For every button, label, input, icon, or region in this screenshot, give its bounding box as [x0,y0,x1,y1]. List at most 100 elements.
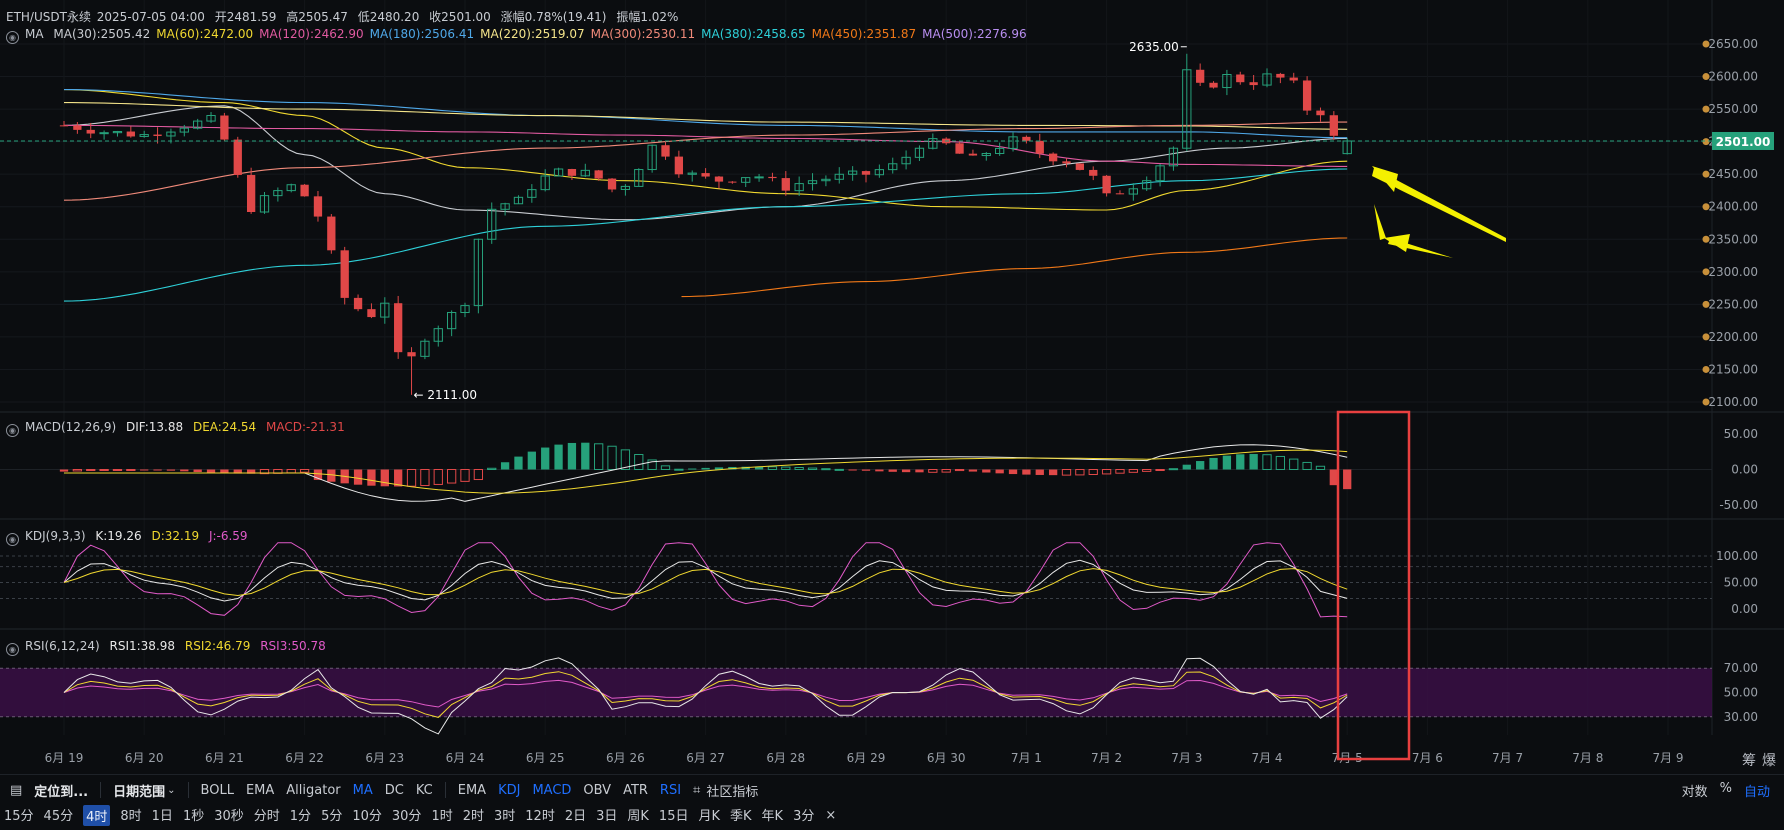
interval-2[interactable]: 4时 [83,804,111,826]
scale-option-2[interactable]: 自动 [1744,781,1770,800]
candle-body [394,303,403,353]
candle-body [768,176,777,179]
macd-bar [1236,454,1245,470]
candle-body [86,129,95,134]
interval-4[interactable]: 1日 [152,805,173,826]
candle-body [1048,153,1058,162]
interval-11[interactable]: 30分 [392,805,422,826]
interval-22[interactable]: 年K [762,805,784,826]
scale-options: 对数% 自动 [1676,781,1776,800]
interval-7[interactable]: 分时 [254,805,280,826]
sub-indicator-obv[interactable]: OBV [583,783,611,798]
interval-23[interactable]: 3分 [793,805,814,826]
ma-legend-item: MA(220):2519.07 [480,27,585,41]
candle-body [1329,115,1338,136]
date-range-button[interactable]: 日期范围 [113,781,165,800]
interval-9[interactable]: 5分 [321,805,342,826]
interval-5[interactable]: 1秒 [183,805,204,826]
eye-icon[interactable]: ◉ [6,424,19,437]
sub-indicator-ema[interactable]: EMA [458,783,486,798]
calendar-icon[interactable]: ▤ [10,783,22,798]
macd-bar [767,466,778,471]
macd-bar [353,469,363,485]
price-axis-label: 2550.00 [1708,102,1758,116]
amplitude-label: 振幅 [616,10,641,24]
macd-bar [1209,457,1218,470]
interval-12[interactable]: 1时 [431,805,452,826]
interval-6[interactable]: 30秒 [214,805,244,826]
macd-bar [1275,455,1286,470]
macd-bar [380,469,389,487]
macd-axis-label: 0.00 [1731,463,1758,477]
community-indicator-icon[interactable]: ⌗ [693,783,700,798]
eye-icon[interactable]: ◉ [6,31,19,44]
chart-canvas[interactable]: 50.00 0.00 -50.00 100.00 50.00 0.00 70.00 50.… [0,0,1784,774]
sub-indicator-macd[interactable]: MACD [532,783,571,798]
community-indicators-button[interactable]: 社区指标 [706,781,758,800]
main-indicator-dc[interactable]: DC [385,783,404,798]
scale-option-0[interactable]: 对数 [1682,781,1708,800]
main-indicator-boll[interactable]: BOLL [201,783,234,798]
interval-17[interactable]: 3日 [596,805,617,826]
close-label: 收 [429,10,442,24]
macd-bar [112,469,123,471]
ma-legend-item: MA(30):2505.42 [53,27,151,41]
interval-3[interactable]: 8时 [120,805,141,826]
macd-bar [634,454,644,470]
sub-indicator-atr[interactable]: ATR [623,783,648,798]
macd-bar [660,465,671,470]
annotation-arrowhead-1 [1372,166,1398,192]
eye-icon[interactable]: ◉ [6,533,19,546]
macd-bar [193,469,202,473]
macd-bar [1061,469,1072,476]
eye-icon[interactable]: ◉ [6,643,19,656]
candle-body [754,176,764,179]
candle-body [1236,74,1245,83]
candle-body [59,125,69,127]
interval-20[interactable]: 月K [698,805,720,826]
candle-body [1209,82,1218,88]
main-indicator-ma[interactable]: MA [353,783,373,798]
sub-indicator-kdj[interactable]: KDJ [498,783,520,798]
macd-bar [1022,469,1031,475]
time-axis-label: 6月 22 [285,751,324,765]
sub-indicator-rsi[interactable]: RSI [660,783,681,798]
interval-18[interactable]: 周K [627,805,649,826]
interval-16[interactable]: 2日 [565,805,586,826]
kdj-title[interactable]: KDJ(9,3,3) [25,529,86,543]
interval-8[interactable]: 1分 [290,805,311,826]
ma-legend-title[interactable]: MA [25,27,44,41]
rsi-title[interactable]: RSI(6,12,24) [25,639,100,653]
price-axis-label: 2350.00 [1708,232,1758,246]
interval-10[interactable]: 10分 [352,805,382,826]
candle-body [1062,161,1071,164]
chevron-down-icon[interactable]: ⌄ [167,785,175,796]
ma-legend-item: MA(60):2472.00 [156,27,254,41]
macd-title[interactable]: MACD(12,26,9) [25,420,116,434]
macd-bar [527,451,536,470]
main-indicator-ema[interactable]: EMA [246,783,274,798]
ma-legend-item: MA(180):2506.41 [369,27,475,41]
interval-15[interactable]: 12时 [525,805,555,826]
close-icon[interactable]: × [825,808,836,823]
liquidation-button[interactable]: 爆 [1762,750,1776,770]
candle-body [1035,140,1044,154]
interval-13[interactable]: 2时 [463,805,484,826]
interval-19[interactable]: 15日 [659,805,689,826]
scale-option-1[interactable]: % [1720,781,1732,800]
locate-button[interactable]: 定位到... [34,781,88,800]
interval-0[interactable]: 15分 [4,805,34,826]
main-indicator-kc[interactable]: KC [416,783,433,798]
interval-21[interactable]: 季K [730,805,752,826]
low-value: 2480.20 [369,10,420,24]
main-indicators: BOLL EMA Alligator MA DC KC [195,783,439,798]
chip-distribution-button[interactable]: 筹 [1742,750,1756,770]
main-indicator-alligator[interactable]: Alligator [286,783,340,798]
interval-14[interactable]: 3时 [494,805,515,826]
time-axis-label: 7月 7 [1492,751,1523,765]
ma-legend-item: MA(120):2462.90 [259,27,364,41]
macd-bar [848,469,857,471]
symbol-name[interactable]: ETH/USDT永续 [6,10,91,24]
annotation-arrowhead-2 [1384,234,1410,252]
interval-1[interactable]: 45分 [44,805,74,826]
